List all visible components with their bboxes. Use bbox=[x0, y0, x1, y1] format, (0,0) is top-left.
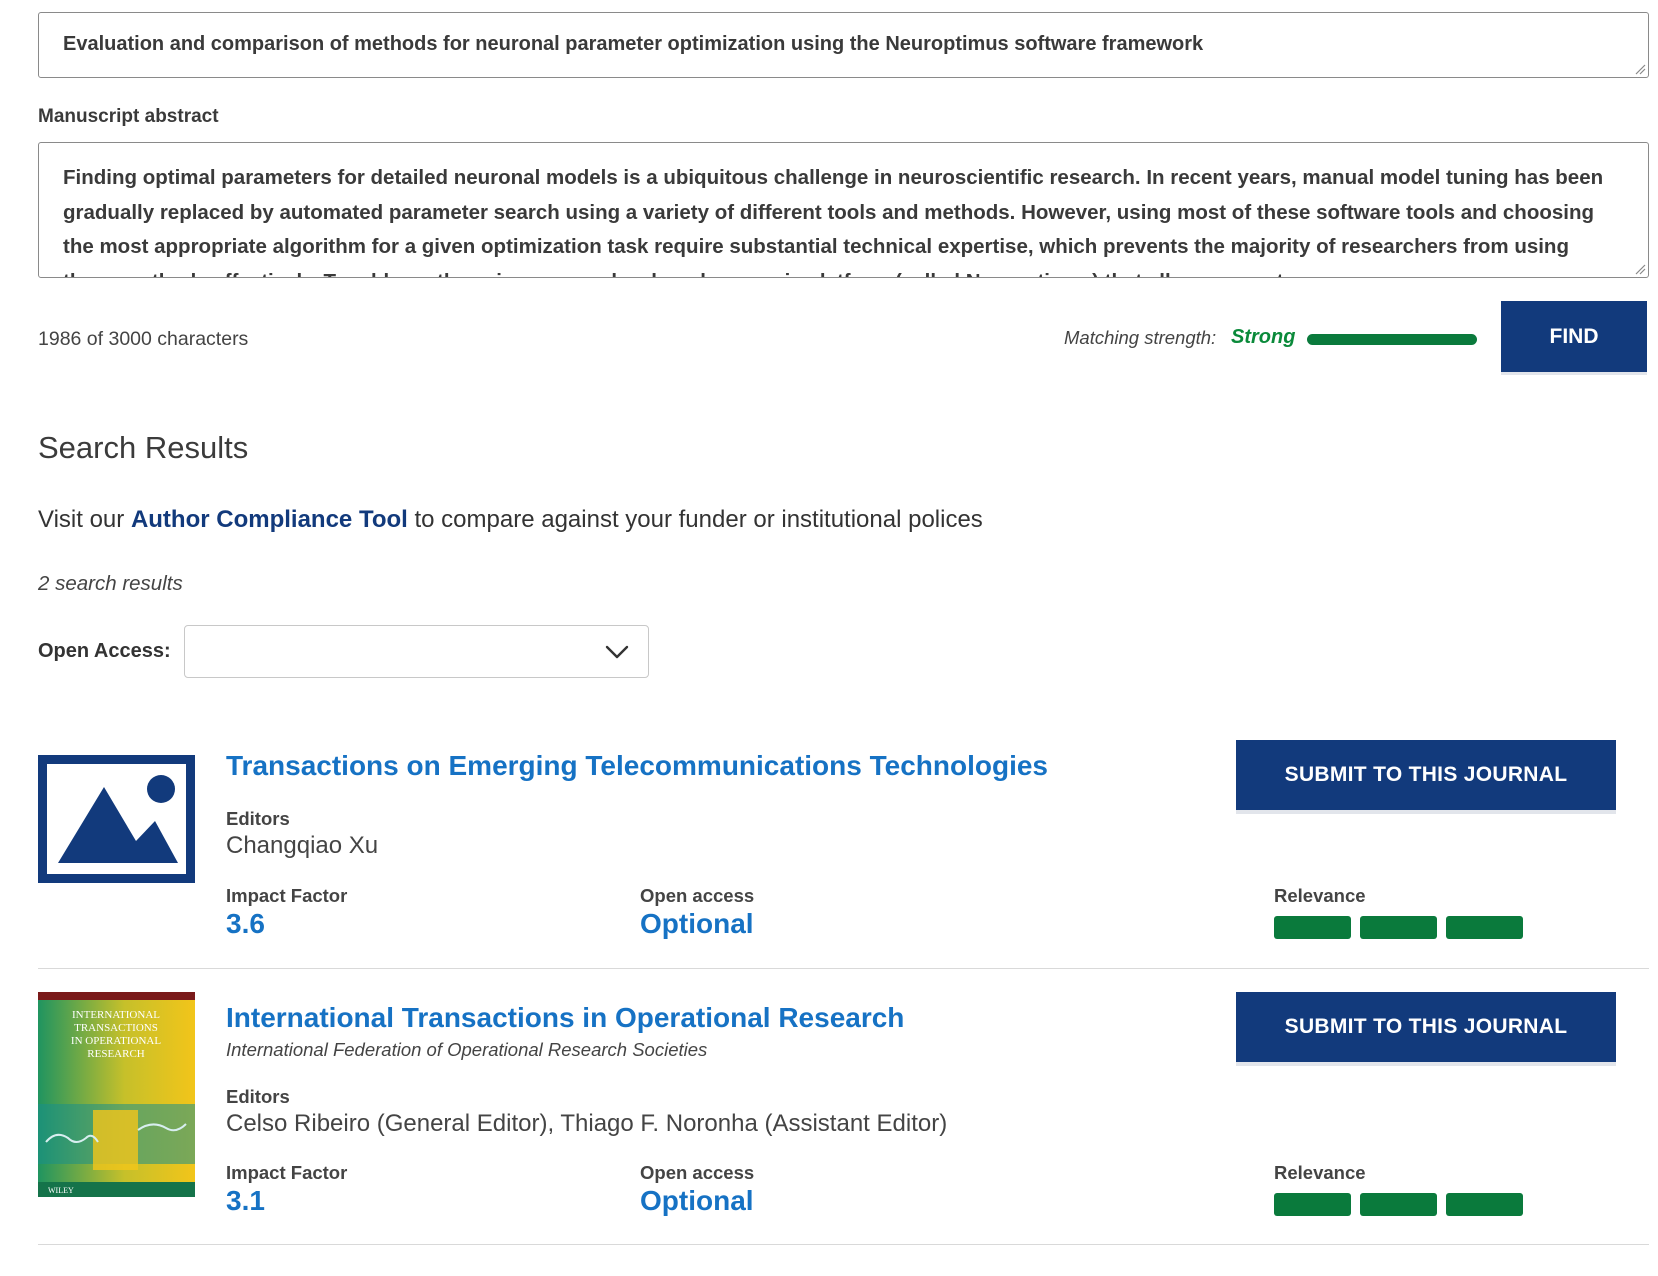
journal-society: International Federation of Operational … bbox=[226, 1039, 708, 1060]
character-count: 1986 of 3000 characters bbox=[38, 328, 249, 350]
open-access-label: Open access bbox=[640, 1162, 755, 1183]
editors-label: Editors bbox=[226, 808, 290, 829]
resize-grip-icon[interactable] bbox=[1634, 263, 1646, 275]
cover-title-line: IN OPERATIONAL bbox=[71, 1035, 161, 1047]
matching-strength-bar bbox=[1307, 334, 1477, 345]
editors-value: Changqiao Xu bbox=[226, 832, 379, 859]
result-divider bbox=[38, 1244, 1649, 1245]
relevance-label: Relevance bbox=[1274, 1162, 1366, 1183]
abstract-label: Manuscript abstract bbox=[38, 106, 219, 127]
author-compliance-tool-link[interactable]: Author Compliance Tool bbox=[131, 506, 408, 533]
manuscript-title-text: Evaluation and comparison of methods for… bbox=[63, 33, 1204, 55]
cover-title-line: TRANSACTIONS bbox=[74, 1022, 158, 1034]
impact-factor-label: Impact Factor bbox=[226, 1162, 348, 1183]
journal-cover-image: INTERNATIONAL TRANSACTIONS IN OPERATIONA… bbox=[38, 992, 195, 1197]
editors-label: Editors bbox=[226, 1086, 290, 1107]
relevance-bar bbox=[1274, 1193, 1351, 1216]
compliance-suffix: to compare against your funder or instit… bbox=[407, 506, 983, 533]
results-count: 2 search results bbox=[38, 572, 183, 595]
submit-to-journal-button[interactable]: SUBMIT TO THIS JOURNAL bbox=[1236, 992, 1616, 1066]
manuscript-title-input[interactable]: Evaluation and comparison of methods for… bbox=[38, 12, 1649, 78]
matching-strength-label: Matching strength: bbox=[1064, 327, 1217, 348]
relevance-bars bbox=[1274, 1193, 1523, 1216]
search-results-title: Search Results bbox=[38, 430, 249, 465]
result-divider bbox=[38, 968, 1649, 969]
chevron-down-icon bbox=[605, 645, 629, 659]
relevance-bar bbox=[1360, 1193, 1437, 1216]
image-placeholder-icon bbox=[38, 755, 195, 883]
abstract-textarea[interactable]: Finding optimal parameters for detailed … bbox=[38, 142, 1649, 278]
open-access-label: Open access bbox=[640, 885, 755, 906]
submit-to-journal-button[interactable]: SUBMIT TO THIS JOURNAL bbox=[1236, 740, 1616, 814]
relevance-bar bbox=[1446, 1193, 1523, 1216]
impact-factor-label: Impact Factor bbox=[226, 885, 348, 906]
resize-grip-icon[interactable] bbox=[1634, 63, 1646, 75]
abstract-text: Finding optimal parameters for detailed … bbox=[63, 166, 1604, 277]
cover-publisher: WILEY bbox=[48, 1186, 74, 1195]
journal-result: Transactions on Emerging Telecommunicati… bbox=[38, 740, 1649, 960]
open-access-select[interactable] bbox=[184, 625, 649, 678]
relevance-bar bbox=[1446, 916, 1523, 939]
relevance-bar bbox=[1274, 916, 1351, 939]
journal-name-link[interactable]: Transactions on Emerging Telecommunicati… bbox=[226, 750, 1048, 782]
journal-name-link[interactable]: International Transactions in Operationa… bbox=[226, 1002, 904, 1034]
impact-factor-value: 3.6 bbox=[226, 908, 265, 939]
compliance-prefix: Visit our bbox=[38, 506, 131, 533]
journal-result: INTERNATIONAL TRANSACTIONS IN OPERATIONA… bbox=[38, 992, 1649, 1242]
open-access-value: Optional bbox=[640, 1185, 754, 1216]
relevance-label: Relevance bbox=[1274, 885, 1366, 906]
matching-strength-value: Strong bbox=[1231, 326, 1296, 348]
open-access-filter-label: Open Access: bbox=[38, 640, 171, 662]
relevance-bar bbox=[1360, 916, 1437, 939]
relevance-bars bbox=[1274, 916, 1523, 939]
cover-title-line: INTERNATIONAL bbox=[72, 1009, 160, 1021]
impact-factor-value: 3.1 bbox=[226, 1185, 265, 1216]
editors-value: Celso Ribeiro (General Editor), Thiago F… bbox=[226, 1110, 948, 1137]
find-button[interactable]: FIND bbox=[1501, 301, 1647, 375]
open-access-value: Optional bbox=[640, 908, 754, 939]
compliance-text: Visit our Author Compliance Tool to comp… bbox=[38, 506, 983, 534]
cover-title-line: RESEARCH bbox=[87, 1048, 145, 1060]
